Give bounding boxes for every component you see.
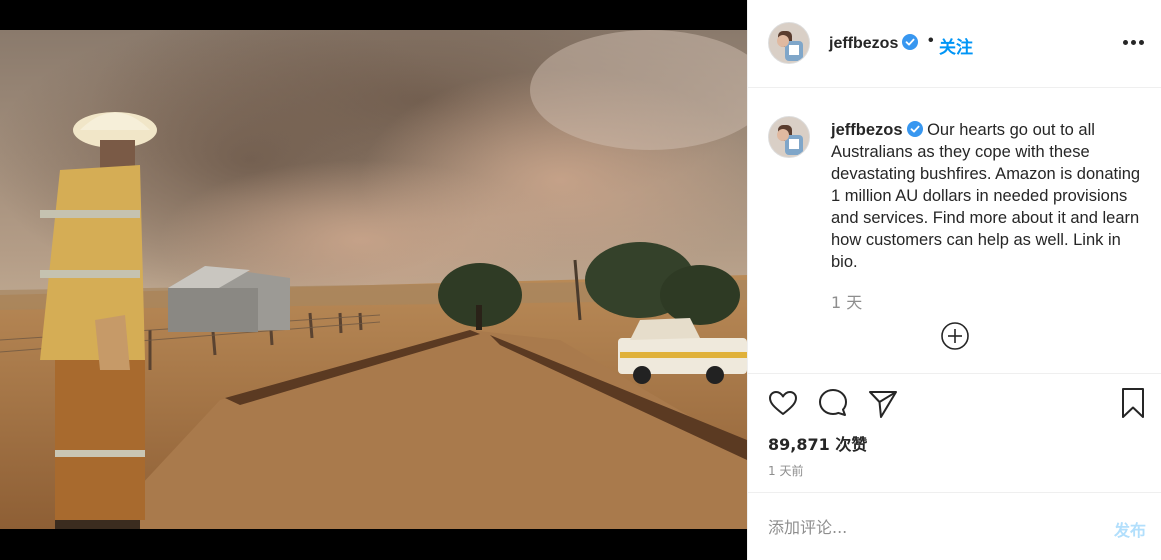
verified-badge-icon (906, 121, 923, 137)
caption-text: Our hearts go out to all Australians as … (831, 121, 1141, 271)
share-icon[interactable] (866, 386, 900, 420)
caption-username[interactable]: jeffbezos (831, 121, 903, 139)
caption-timestamp: 1 天 (831, 293, 863, 312)
username-text: jeffbezos (829, 35, 899, 52)
action-bar (748, 386, 1161, 426)
post-date[interactable]: 1 天前 (768, 462, 803, 479)
photo-pane (0, 0, 747, 560)
follow-button[interactable]: 关注 (939, 33, 973, 58)
likes-count[interactable]: 89,871 次赞 (768, 431, 867, 455)
comment-icon[interactable] (816, 386, 850, 420)
post-photo[interactable] (0, 30, 747, 529)
load-more-comments-icon[interactable] (940, 321, 970, 351)
avatar[interactable] (768, 22, 810, 64)
post-side-panel: jeffbezos • 关注 jeffbezos Our hearts go o… (747, 0, 1161, 560)
post-caption: jeffbezos Our hearts go out to all Austr… (831, 119, 1141, 273)
more-options-icon[interactable] (1123, 40, 1145, 46)
separator-dot: • (928, 32, 934, 49)
bookmark-icon[interactable] (1116, 386, 1150, 420)
comment-input[interactable] (768, 515, 1088, 539)
bushfire-photo-illustration (0, 30, 747, 529)
heart-icon[interactable] (766, 386, 800, 420)
verified-badge-icon (902, 34, 919, 50)
comments-section: jeffbezos Our hearts go out to all Austr… (748, 89, 1161, 374)
post-header: jeffbezos • 关注 (748, 0, 1161, 88)
instagram-post-modal: jeffbezos • 关注 jeffbezos Our hearts go o… (0, 0, 1161, 560)
add-comment-bar: 发布 (748, 492, 1161, 560)
post-comment-button[interactable]: 发布 (1114, 517, 1146, 541)
avatar-photo-icon (769, 23, 809, 63)
username-link[interactable]: jeffbezos (829, 34, 919, 53)
avatar-photo-icon (769, 117, 809, 157)
caption-avatar[interactable] (768, 116, 810, 158)
